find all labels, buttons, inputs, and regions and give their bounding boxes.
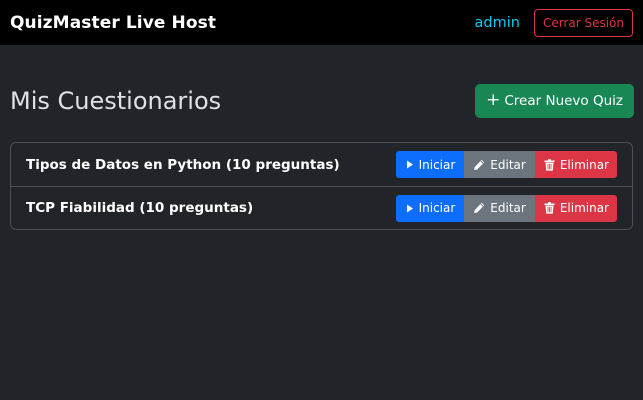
page-header: Mis Cuestionarios + Crear Nuevo Quiz <box>10 84 634 118</box>
edit-label: Editar <box>490 201 526 215</box>
pencil-icon <box>474 202 485 213</box>
delete-label: Eliminar <box>559 201 609 215</box>
start-quiz-button[interactable]: Iniciar <box>395 194 465 222</box>
quiz-row: TCP Fiabilidad (10 preguntas) Iniciar Ed… <box>11 186 632 229</box>
create-quiz-button[interactable]: + Crear Nuevo Quiz <box>475 84 634 118</box>
play-icon <box>406 204 413 212</box>
trash-icon <box>544 158 555 171</box>
quiz-title: TCP Fiabilidad (10 preguntas) <box>26 200 254 216</box>
page-title: Mis Cuestionarios <box>10 87 222 115</box>
logout-button[interactable]: Cerrar Sesión <box>533 8 633 37</box>
trash-icon <box>544 202 555 214</box>
app-brand[interactable]: QuizMaster Live Host <box>10 13 216 33</box>
delete-label: Eliminar <box>559 157 609 172</box>
play-icon <box>406 160 413 169</box>
quiz-title: Tipos de Datos en Python (10 preguntas) <box>26 156 340 173</box>
navbar-right: admin Cerrar Sesión <box>475 8 633 37</box>
edit-label: Editar <box>490 157 526 172</box>
quiz-row: Tipos de Datos en Python (10 preguntas) … <box>11 143 632 186</box>
quiz-actions: Iniciar Editar Eliminar <box>395 194 617 222</box>
edit-quiz-button[interactable]: Editar <box>464 151 535 178</box>
pencil-icon <box>474 159 485 170</box>
edit-quiz-button[interactable]: Editar <box>464 194 535 222</box>
main-content: Mis Cuestionarios + Crear Nuevo Quiz Tip… <box>0 84 643 230</box>
start-label: Iniciar <box>418 157 456 172</box>
top-navbar: QuizMaster Live Host admin Cerrar Sesión <box>0 0 643 45</box>
quiz-actions: Iniciar Editar Eliminar <box>395 151 617 178</box>
delete-quiz-button[interactable]: Eliminar <box>534 151 617 178</box>
delete-quiz-button[interactable]: Eliminar <box>534 194 617 222</box>
start-label: Iniciar <box>418 201 456 215</box>
create-quiz-label: Crear Nuevo Quiz <box>504 93 623 109</box>
start-quiz-button[interactable]: Iniciar <box>395 151 465 178</box>
quiz-list: Tipos de Datos en Python (10 preguntas) … <box>10 142 633 230</box>
plus-icon: + <box>486 89 501 110</box>
user-link[interactable]: admin <box>475 15 520 31</box>
